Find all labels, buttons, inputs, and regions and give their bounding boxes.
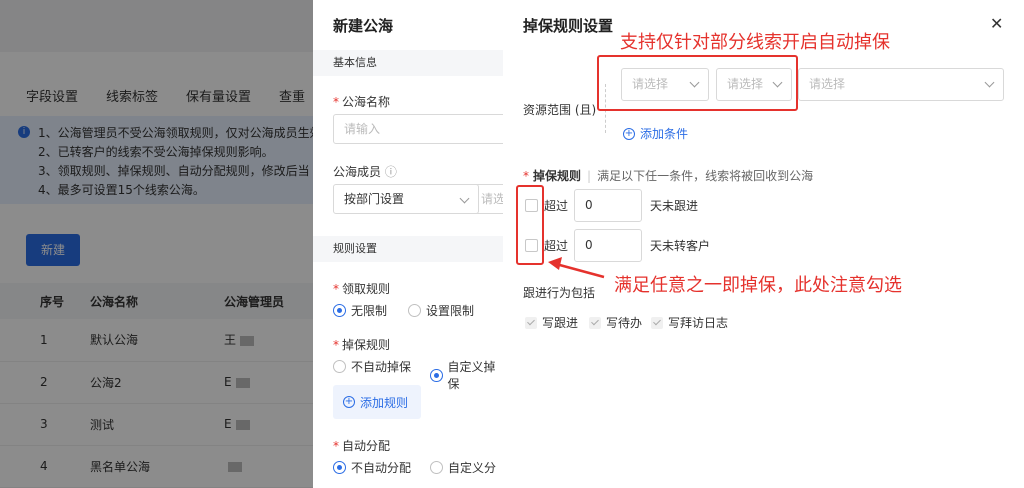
radio-unchecked-icon	[333, 360, 346, 373]
checkbox-label: 写拜访日志	[668, 316, 729, 330]
button-label: 添加条件	[640, 127, 689, 141]
section-rules: 规则设置	[313, 236, 505, 262]
checkbox-label: 写待办	[606, 316, 643, 330]
drawer-title: 掉保规则设置	[523, 17, 614, 35]
select-value: 按部门设置	[344, 192, 405, 206]
check-disabled-icon	[651, 316, 663, 329]
condition-prefix: 超过	[544, 239, 569, 253]
members-mode-select[interactable]: 按部门设置	[333, 184, 479, 214]
help-icon[interactable]: ⓘ	[385, 165, 397, 179]
add-rule-button[interactable]: + 添加规则	[333, 385, 421, 419]
checkbox-label: 写跟进	[542, 316, 579, 330]
radio-label: 无限制	[351, 304, 388, 318]
condition-suffix: 天未跟进	[650, 199, 699, 213]
radio-drop-none[interactable]: 不自动掉保	[333, 358, 411, 375]
new-pool-drawer: 新建公海 基本信息 * 公海名称 请输入 公海成员 ⓘ 按部门设置 请选 规则设置…	[313, 0, 505, 488]
follow-item-visit-log: 写拜访日志	[651, 314, 728, 331]
pool-name-input[interactable]: 请输入	[333, 114, 505, 144]
drop-rule-heading: * 掉保规则 | 满足以下任一条件，线索将被回收到公海	[523, 167, 813, 184]
radio-assign-none[interactable]: 不自动分配	[333, 459, 411, 476]
radio-checked-icon	[333, 304, 346, 317]
pool-name-label: * 公海名称	[333, 93, 390, 110]
chevron-down-icon	[984, 77, 995, 88]
radio-claim-unlimited[interactable]: 无限制	[333, 302, 387, 319]
label-text: 领取规则	[342, 282, 391, 296]
required-mark: *	[333, 95, 339, 109]
check-disabled-icon	[525, 316, 537, 329]
resource-scope-label: 资源范围 (且)	[523, 103, 597, 117]
radio-label: 自定义掉保	[447, 360, 496, 391]
check-disabled-icon	[589, 316, 601, 329]
radio-label: 不自动掉保	[351, 360, 412, 374]
drop-rule-label: * 掉保规则	[333, 336, 390, 353]
drawer-title: 新建公海	[333, 17, 394, 35]
label-text: 掉保规则	[342, 338, 391, 352]
condition-row-no-conversion: 超过 0 天未转客户	[525, 229, 710, 262]
days-input[interactable]: 0	[574, 189, 643, 222]
radio-label: 设置限制	[426, 304, 475, 318]
days-input[interactable]: 0	[574, 229, 643, 262]
members-department-select[interactable]: 请选	[471, 184, 505, 214]
heading-text: 掉保规则	[533, 169, 582, 183]
close-icon[interactable]: ✕	[990, 14, 1003, 33]
select-placeholder: 请选择	[809, 77, 846, 91]
heading-description: 满足以下任一条件，线索将被回收到公海	[597, 169, 814, 183]
required-mark: *	[523, 168, 529, 183]
plus-circle-icon: +	[623, 127, 635, 140]
radio-unchecked-icon	[430, 461, 443, 474]
radio-checked-icon	[333, 461, 346, 474]
radio-checked-icon	[430, 368, 443, 382]
claim-rule-label: * 领取规则	[333, 280, 390, 297]
condition-value-select[interactable]: 请选择	[798, 68, 1004, 101]
radio-unchecked-icon	[408, 304, 421, 317]
label-text: 公海名称	[342, 95, 391, 109]
divider: |	[587, 168, 592, 183]
required-mark: *	[333, 282, 339, 296]
condition-prefix: 超过	[544, 199, 569, 213]
radio-assign-custom[interactable]: 自定义分	[430, 459, 496, 476]
annotation-box-selects	[597, 55, 798, 111]
condition-row-no-followup: 超过 0 天未跟进	[525, 189, 698, 222]
pool-members-label: 公海成员 ⓘ	[333, 163, 397, 180]
radio-drop-custom[interactable]: 自定义掉保	[430, 358, 505, 392]
label-text: 公海成员	[333, 165, 382, 179]
label-text: 自动分配	[342, 439, 391, 453]
required-mark: *	[333, 338, 339, 352]
follow-actions-label: 跟进行为包括	[523, 286, 596, 300]
required-mark: *	[333, 439, 339, 453]
follow-item-write-followup: 写跟进	[525, 314, 578, 331]
auto-assign-label: * 自动分配	[333, 437, 390, 454]
chevron-down-icon	[459, 193, 470, 204]
radio-label: 自定义分	[448, 461, 497, 475]
plus-circle-icon: +	[343, 396, 355, 408]
annotation-top: 支持仅针对部分线索开启自动掉保	[620, 32, 890, 53]
follow-item-write-todo: 写待办	[589, 314, 642, 331]
add-condition-button[interactable]: + 添加条件	[623, 125, 688, 142]
radio-claim-limited[interactable]: 设置限制	[408, 302, 474, 319]
condition-suffix: 天未转客户	[650, 239, 711, 253]
annotation-box-checkboxes	[516, 185, 544, 265]
radio-label: 不自动分配	[351, 461, 412, 475]
annotation-bottom: 满足任意之一即掉保，此处注意勾选	[614, 275, 902, 296]
button-label: 添加规则	[360, 395, 409, 410]
section-basic-info: 基本信息	[313, 50, 505, 76]
